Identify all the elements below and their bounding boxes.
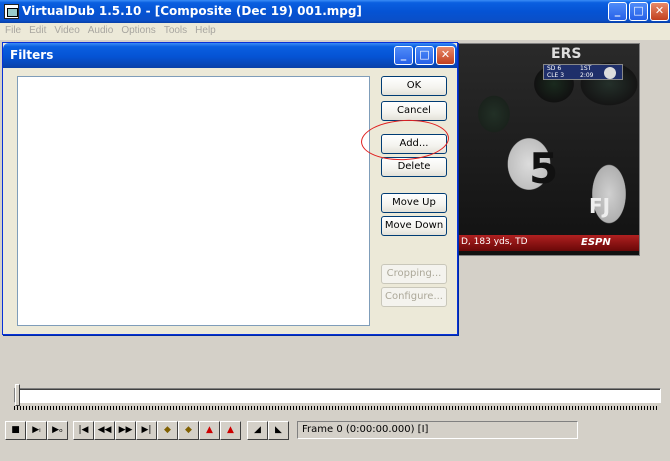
filters-dialog-title: Filters	[10, 48, 54, 62]
dialog-close-button[interactable]: ✕	[436, 46, 455, 65]
mark-in-icon[interactable]: ◢	[247, 421, 268, 440]
menu-video[interactable]: Video	[49, 23, 82, 36]
prev-scene-icon[interactable]: ▲	[199, 421, 220, 440]
jersey-number: 5	[529, 144, 559, 193]
move-up-button[interactable]: Move Up	[381, 193, 447, 213]
video-preview: ERS SD 6 CLE 3 1ST 2:09 5 FJ D, 183 yds,…	[458, 43, 640, 256]
minimize-button[interactable]: _	[608, 2, 627, 21]
maximize-button[interactable]: □	[629, 2, 648, 21]
menu-audio[interactable]: Audio	[83, 23, 117, 36]
scorebug-quarter: 1ST	[580, 65, 592, 72]
next-scene-icon[interactable]: ▲	[220, 421, 241, 440]
app-titlebar: VirtualDub 1.5.10 - [Composite (Dec 19) …	[0, 0, 670, 23]
cancel-button[interactable]: Cancel	[381, 101, 447, 121]
menu-bar: File Edit Video Audio Options Tools Help	[0, 23, 670, 40]
move-down-button[interactable]: Move Down	[381, 216, 447, 236]
delete-filter-button[interactable]: Delete	[381, 157, 447, 177]
play-output-icon[interactable]: ▶ₒ	[47, 421, 68, 440]
frame-readout: Frame 0 (0:00:00.000) [I]	[297, 421, 578, 439]
scorebug-row-2: CLE 3	[547, 72, 565, 79]
position-slider-track[interactable]	[14, 388, 661, 403]
menu-help[interactable]: Help	[190, 23, 219, 36]
menu-file[interactable]: File	[0, 23, 24, 36]
mark-out-icon[interactable]: ◣	[268, 421, 289, 440]
cropping-button[interactable]: Cropping...	[381, 264, 447, 284]
position-slider-thumb[interactable]	[15, 384, 20, 406]
window-title: VirtualDub 1.5.10 - [Composite (Dec 19) …	[22, 4, 362, 18]
menu-options[interactable]: Options	[116, 23, 158, 36]
play-input-icon[interactable]: ▶ᵢ	[26, 421, 47, 440]
network-eye-icon	[604, 67, 616, 79]
scorebug-row-1: SD 6	[547, 65, 562, 72]
menu-edit[interactable]: Edit	[24, 23, 49, 36]
close-button[interactable]: ✕	[650, 2, 669, 21]
score-ticker: D, 183 yds, TD ESPN	[459, 235, 639, 251]
scorebug: SD 6 CLE 3 1ST 2:09	[543, 64, 623, 80]
dialog-maximize-button[interactable]: □	[415, 46, 434, 65]
prev-keyframe-icon[interactable]: ◆	[157, 421, 178, 440]
next-frame-icon[interactable]: ▶▶	[115, 421, 136, 440]
network-logo: ESPN	[581, 237, 611, 248]
go-end-icon[interactable]: ▶|	[136, 421, 157, 440]
filter-list[interactable]	[17, 76, 370, 326]
ok-button[interactable]: OK	[381, 76, 447, 96]
menu-tools[interactable]: Tools	[159, 23, 190, 36]
filters-dialog-body: OK Cancel Add... Delete Move Up Move Dow…	[6, 68, 454, 332]
dialog-minimize-button[interactable]: _	[394, 46, 413, 65]
next-keyframe-icon[interactable]: ◆	[178, 421, 199, 440]
filters-dialog: Filters _ □ ✕ OK Cancel Add... Delete Mo…	[2, 42, 458, 335]
configure-button[interactable]: Configure...	[381, 287, 447, 307]
jersey-letters: FJ	[589, 194, 611, 218]
prev-frame-icon[interactable]: ◀◀	[94, 421, 115, 440]
virtualdub-app-icon[interactable]	[4, 4, 19, 19]
go-start-icon[interactable]: |◀	[73, 421, 94, 440]
stop-icon[interactable]: ■	[5, 421, 26, 440]
filters-dialog-titlebar[interactable]: Filters _ □ ✕	[3, 43, 457, 68]
ticker-text: D, 183 yds, TD	[461, 237, 528, 247]
timeline-ticks	[14, 406, 659, 410]
scorebug-clock: 2:09	[580, 72, 594, 79]
jersey-text: ERS	[551, 46, 582, 62]
